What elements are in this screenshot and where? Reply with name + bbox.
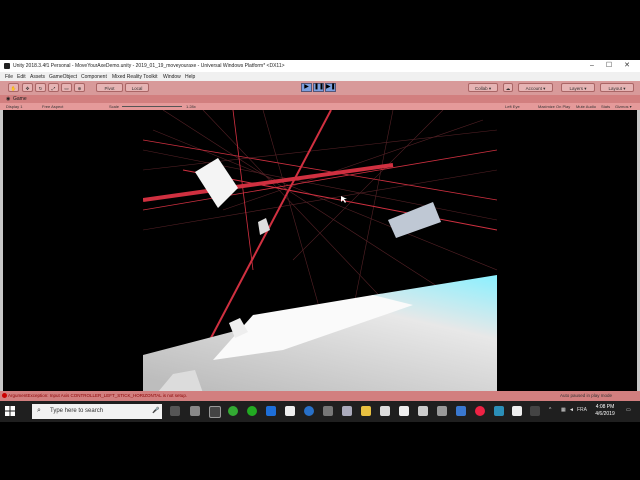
- app-icon-2[interactable]: [209, 406, 221, 418]
- taskbar-clock[interactable]: 4:08 PM 4/6/2019: [588, 404, 622, 418]
- pause-button[interactable]: ❚❚: [313, 83, 324, 92]
- window-title: Unity 2018.3.4f1 Personal - MoveYourAxeD…: [13, 63, 285, 69]
- maximize-on-play-toggle[interactable]: Maximize On Play: [538, 104, 570, 109]
- app-icon-14[interactable]: [512, 406, 522, 416]
- unity-editor-window: Unity 2018.3.4f1 Personal - MoveYourAxeD…: [0, 60, 640, 401]
- app-icon-4[interactable]: [247, 406, 257, 416]
- play-button[interactable]: ▶: [301, 83, 312, 92]
- unity-logo-icon: [4, 63, 10, 69]
- menu-edit[interactable]: Edit: [17, 74, 26, 80]
- menu-mixed-reality-toolkit[interactable]: Mixed Reality Toolkit: [112, 74, 157, 80]
- hand-tool-button[interactable]: ✋: [8, 83, 19, 92]
- windows-start-icon[interactable]: [5, 406, 15, 416]
- stats-toggle[interactable]: Stats: [601, 104, 610, 109]
- scale-label: Scale: [109, 104, 120, 109]
- search-icon: ⌕: [37, 407, 41, 414]
- app-icon-1[interactable]: [190, 406, 200, 416]
- tab-game[interactable]: Game: [13, 96, 27, 102]
- pivot-toggle[interactable]: Pivot: [96, 83, 123, 92]
- maximize-button[interactable]: ☐: [604, 62, 614, 70]
- minimize-button[interactable]: –: [587, 62, 597, 70]
- title-bar: Unity 2018.3.4f1 Personal - MoveYourAxeD…: [0, 60, 640, 72]
- clock-time: 4:08 PM: [595, 404, 615, 410]
- menu-help[interactable]: Help: [185, 74, 195, 80]
- chrome-icon[interactable]: [475, 406, 485, 416]
- rect-tool-button[interactable]: ▭: [61, 83, 72, 92]
- task-view-icon[interactable]: [170, 406, 180, 416]
- menu-window[interactable]: Window: [163, 74, 181, 80]
- windows-taskbar: ⌕ Type here to search 🎤 ^ ▦ ◄ FRA 4:08 P…: [0, 401, 640, 422]
- network-icon[interactable]: ▦: [561, 407, 566, 413]
- game-tab-icon: ◉: [6, 96, 11, 102]
- game-tab-header: ◉ Game: [0, 95, 640, 103]
- display-dropdown[interactable]: Display 1: [6, 104, 22, 109]
- transform-tool-button[interactable]: ⊕: [74, 83, 85, 92]
- scale-slider[interactable]: [122, 106, 182, 107]
- notifications-icon[interactable]: ▭: [626, 407, 631, 413]
- collab-dropdown[interactable]: Collab ▾: [468, 83, 498, 92]
- game-view[interactable]: [143, 110, 497, 391]
- app-icon-12[interactable]: [418, 406, 428, 416]
- menu-bar: File Edit Assets GameObject Component Mi…: [0, 72, 640, 81]
- error-icon: [2, 393, 7, 398]
- desktop: Unity 2018.3.4f1 Personal - MoveYourAxeD…: [0, 0, 640, 480]
- account-dropdown[interactable]: Account ▾: [518, 83, 553, 92]
- visual-studio-icon[interactable]: [456, 406, 466, 416]
- app-icon-7[interactable]: [304, 406, 314, 416]
- app-icon-11[interactable]: [399, 406, 409, 416]
- app-icon-13[interactable]: [437, 406, 447, 416]
- unity-taskbar-icon[interactable]: [530, 406, 540, 416]
- microphone-icon[interactable]: 🎤: [152, 407, 159, 414]
- layers-dropdown[interactable]: Layers ▾: [561, 83, 595, 92]
- gizmos-dropdown[interactable]: Gizmos ▾: [615, 104, 632, 109]
- cloud-icon[interactable]: ☁: [503, 83, 513, 92]
- menu-file[interactable]: File: [5, 74, 13, 80]
- menu-assets[interactable]: Assets: [30, 74, 45, 80]
- console-error-message[interactable]: ArgumentException: Input Axis CONTROLLER…: [8, 393, 187, 398]
- layout-dropdown[interactable]: Layout ▾: [600, 83, 634, 92]
- status-info: Auto paused in play mode: [560, 393, 613, 398]
- file-explorer-icon[interactable]: [361, 406, 371, 416]
- main-toolbar: ✋ ✥ ↻ ⤢ ▭ ⊕ Pivot Local ▶ ❚❚ ▶❚ Collab ▾…: [0, 81, 640, 95]
- local-toggle[interactable]: Local: [125, 83, 149, 92]
- game-scene: [143, 110, 497, 391]
- close-button[interactable]: ✕: [622, 62, 632, 70]
- rotate-tool-button[interactable]: ↻: [35, 83, 46, 92]
- app-icon-10[interactable]: [380, 406, 390, 416]
- language-indicator[interactable]: FRA: [577, 407, 587, 413]
- status-bar: ArgumentException: Input Axis CONTROLLER…: [0, 391, 640, 401]
- step-button[interactable]: ▶❚: [325, 83, 336, 92]
- app-icon-9[interactable]: [342, 406, 352, 416]
- menu-component[interactable]: Component: [81, 74, 107, 80]
- scale-tool-button[interactable]: ⤢: [48, 83, 59, 92]
- app-icon-8[interactable]: [323, 406, 333, 416]
- move-tool-button[interactable]: ✥: [22, 83, 33, 92]
- aspect-dropdown[interactable]: Free Aspect: [42, 104, 63, 109]
- volume-icon[interactable]: ◄: [569, 407, 574, 413]
- app-icon-3[interactable]: [228, 406, 238, 416]
- tray-chevron-icon[interactable]: ^: [549, 407, 551, 413]
- taskbar-search[interactable]: ⌕ Type here to search 🎤: [32, 404, 162, 419]
- photoshop-icon[interactable]: [494, 406, 504, 416]
- left-eye-dropdown[interactable]: Left Eye: [505, 104, 520, 109]
- scale-value: 1.28x: [186, 104, 196, 109]
- search-placeholder: Type here to search: [50, 408, 104, 414]
- clock-date: 4/6/2019: [595, 411, 615, 417]
- game-view-toolbar: Display 1 Free Aspect Scale 1.28x Left E…: [0, 103, 640, 110]
- app-icon-6[interactable]: [285, 406, 295, 416]
- menu-gameobject[interactable]: GameObject: [49, 74, 77, 80]
- mute-audio-toggle[interactable]: Mute Audio: [576, 104, 596, 109]
- app-icon-5[interactable]: [266, 406, 276, 416]
